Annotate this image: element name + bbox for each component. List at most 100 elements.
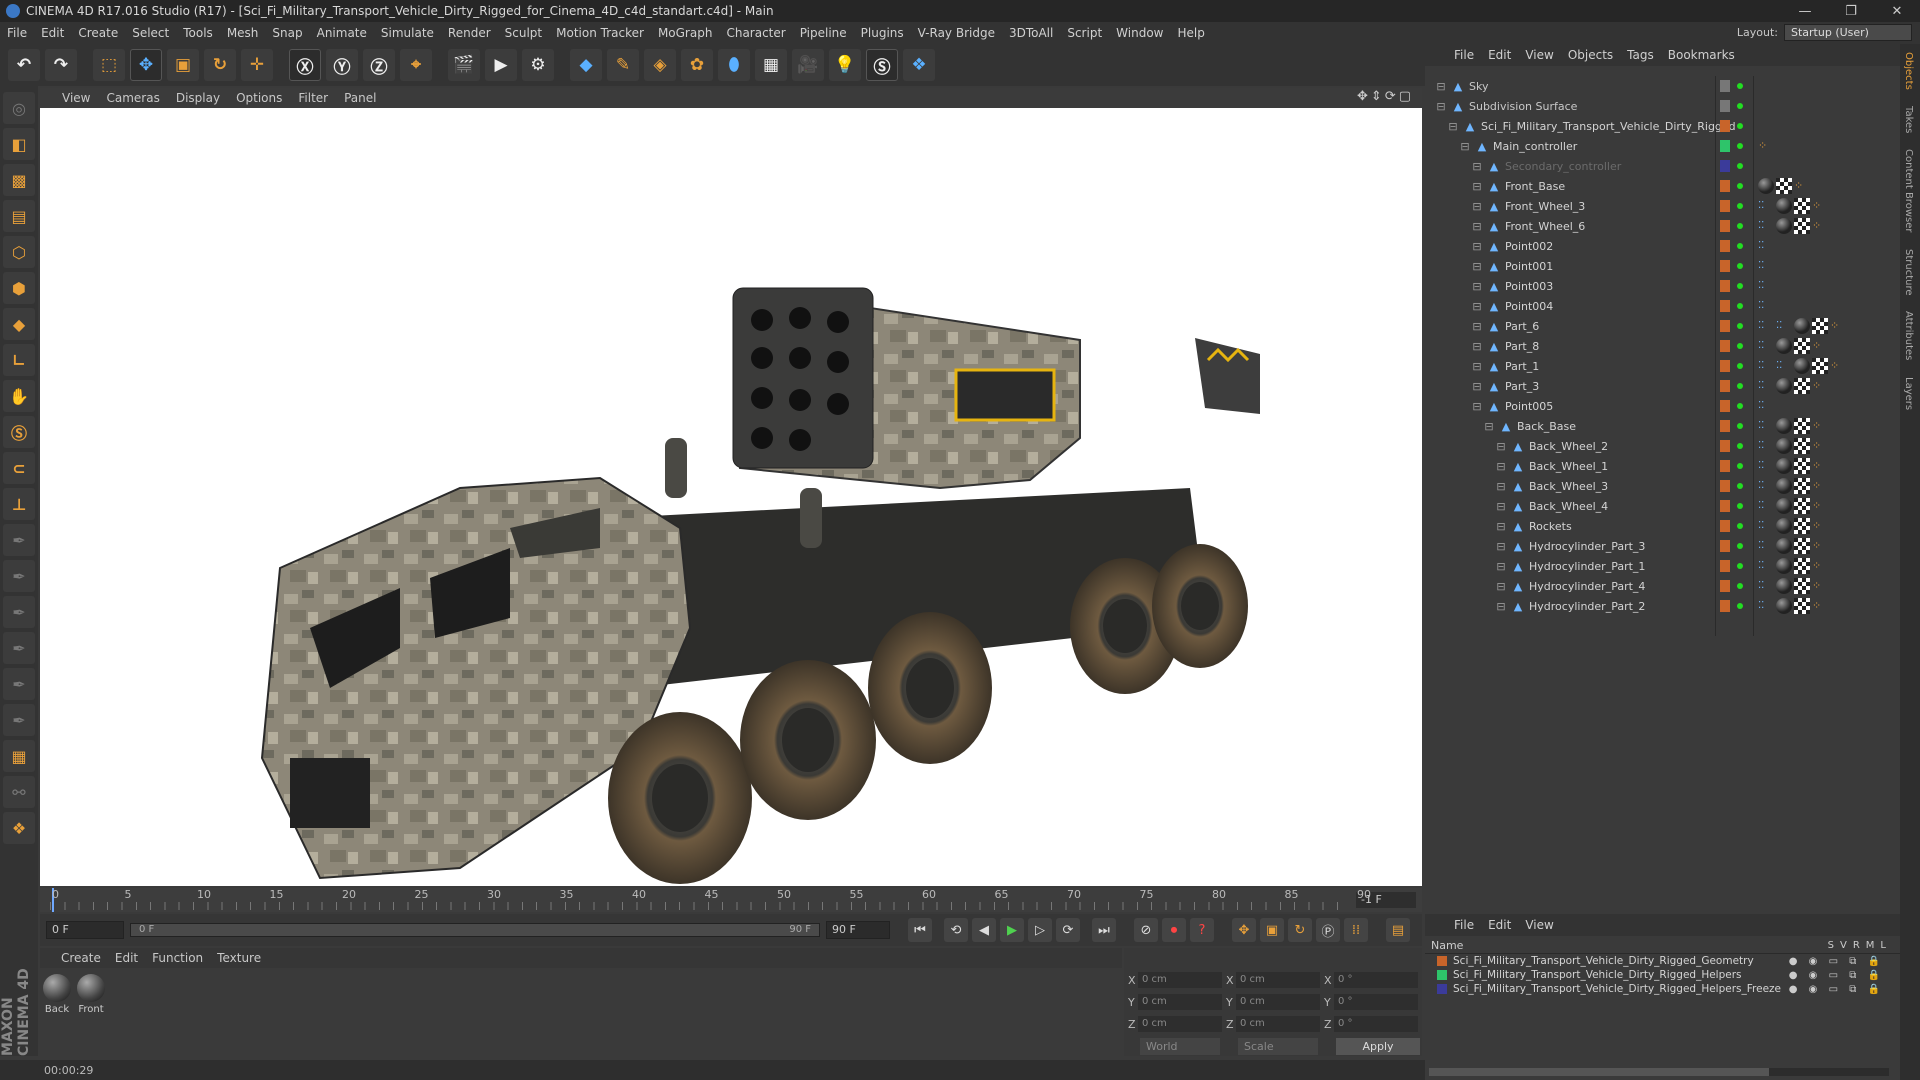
visibility-dot-icon[interactable]	[1737, 483, 1743, 489]
python-generator-icon[interactable]: ❖	[3, 812, 35, 844]
object-name[interactable]: Subdivision Surface	[1469, 100, 1577, 113]
object-name[interactable]: Back_Wheel_4	[1529, 500, 1608, 513]
object-name[interactable]: Front_Wheel_6	[1505, 220, 1585, 233]
layer-scrollbar[interactable]	[1429, 1068, 1889, 1076]
material-tag-icon[interactable]	[1758, 178, 1774, 194]
close-icon[interactable]: ✕	[1874, 0, 1920, 22]
uvw-tag-icon[interactable]	[1794, 438, 1810, 454]
tweak-mode-icon[interactable]: ✋	[3, 380, 35, 412]
layer-name[interactable]: Sci_Fi_Military_Transport_Vehicle_Dirty_…	[1453, 983, 1781, 995]
record-keys-icon[interactable]: ⊘	[1134, 918, 1158, 942]
position-x-field[interactable]: 0 cm	[1138, 972, 1222, 988]
object-row[interactable]: ⊟ ▲ Front_Wheel_6 ⁚⁚ ⁘	[1425, 216, 1900, 236]
x-axis-lock-icon[interactable]: Ⓧ	[289, 49, 321, 81]
selection-tag-icon[interactable]: ⁚⁚	[1758, 498, 1774, 514]
recent-tools-icon[interactable]: ✛	[241, 49, 273, 81]
object-row[interactable]: ⊟ ▲ Hydrocylinder_Part_2 ⁚⁚ ⁘	[1425, 596, 1900, 616]
layer-name[interactable]: Sci_Fi_Military_Transport_Vehicle_Dirty_…	[1453, 969, 1742, 981]
texture-mode-icon[interactable]: ▩	[3, 164, 35, 196]
viewport-menu-view[interactable]: View	[54, 91, 98, 105]
object-row[interactable]: ⊟ ▲ Part_8 ⁚⁚ ⁘	[1425, 336, 1900, 356]
side-tab-content-browser[interactable]: Content Browser	[1900, 141, 1917, 240]
layer-row[interactable]: Sci_Fi_Military_Transport_Vehicle_Dirty_…	[1425, 954, 1900, 968]
redo-icon[interactable]: ↷	[45, 49, 77, 81]
object-row[interactable]: ⊟ ▲ Main_controller ⁘	[1425, 136, 1900, 156]
visibility-dot-icon[interactable]	[1737, 103, 1743, 109]
selection-tag-icon[interactable]: ⁚⁚	[1758, 418, 1774, 434]
expand-icon[interactable]: ⊟	[1471, 240, 1483, 253]
layout-dropdown[interactable]: Startup (User)	[1784, 24, 1912, 41]
material-tag-icon[interactable]	[1776, 518, 1792, 534]
y-axis-lock-icon[interactable]: Ⓨ	[326, 49, 358, 81]
polygons-mode-icon[interactable]: ◆	[3, 308, 35, 340]
inflate-brush-icon[interactable]: ✒	[3, 704, 35, 736]
visibility-dot-icon[interactable]	[1737, 343, 1743, 349]
material-tag-icon[interactable]	[1776, 378, 1792, 394]
expand-icon[interactable]: ⊟	[1471, 300, 1483, 313]
visibility-dot-icon[interactable]	[1737, 563, 1743, 569]
object-row[interactable]: ⊟ ▲ Secondary_controller	[1425, 156, 1900, 176]
menu-item-3dtoall[interactable]: 3DToAll	[1002, 26, 1060, 40]
selection-tag-icon[interactable]: ⁚⁚	[1758, 258, 1774, 274]
coord-space-dropdown[interactable]: World	[1140, 1038, 1220, 1055]
material-tag-icon[interactable]	[1776, 578, 1792, 594]
render-settings-icon[interactable]: ⚙	[522, 49, 554, 81]
paint-brush-icon[interactable]: ✒	[3, 560, 35, 592]
ik-tag-icon[interactable]: ⁘	[1812, 538, 1828, 554]
cloner-icon[interactable]: ✿	[681, 49, 713, 81]
menu-item-mograph[interactable]: MoGraph	[651, 26, 720, 40]
ik-tool-icon[interactable]: ⚯	[3, 776, 35, 808]
light-icon[interactable]: 💡	[829, 49, 861, 81]
workplane-icon[interactable]: ▤	[3, 200, 35, 232]
coord-mode-dropdown[interactable]: Scale	[1238, 1038, 1318, 1055]
expand-icon[interactable]: ⊟	[1471, 380, 1483, 393]
ik-tag-icon[interactable]: ⁘	[1830, 318, 1846, 334]
menu-item-tools[interactable]: Tools	[176, 26, 220, 40]
expand-icon[interactable]: ⊟	[1471, 280, 1483, 293]
material-tag-icon[interactable]	[1776, 498, 1792, 514]
menu-item-simulate[interactable]: Simulate	[374, 26, 441, 40]
selection-tag-icon[interactable]: ⁚⁚	[1776, 318, 1792, 334]
rotation-b-field[interactable]: 0 °	[1334, 1016, 1418, 1032]
material-menu-texture[interactable]: Texture	[210, 951, 268, 965]
expand-icon[interactable]: ⊟	[1495, 500, 1507, 513]
expand-icon[interactable]: ⊟	[1471, 260, 1483, 273]
material-tag-icon[interactable]	[1776, 198, 1792, 214]
object-name[interactable]: Part_3	[1505, 380, 1539, 393]
next-frame-icon[interactable]: ▷	[1028, 918, 1052, 942]
visibility-dot-icon[interactable]	[1737, 523, 1743, 529]
material-tag-icon[interactable]	[1776, 438, 1792, 454]
material-front[interactable]: Front	[76, 974, 106, 1015]
menu-item-script[interactable]: Script	[1060, 26, 1109, 40]
menu-item-mesh[interactable]: Mesh	[220, 26, 266, 40]
ik-tag-icon[interactable]: ⁘	[1812, 558, 1828, 574]
expand-icon[interactable]: ⊟	[1471, 320, 1483, 333]
expand-icon[interactable]: ⊟	[1471, 340, 1483, 353]
timeline-ruler[interactable]: -1 F 0 5 10 15 20 25 30 35 40 45 50 55 60 65 70 75 80 85 9…	[40, 888, 1422, 912]
frame-range-slider[interactable]: 0 F 90 F	[130, 923, 820, 937]
rotate-tool-icon[interactable]: ↻	[204, 49, 236, 81]
next-key-icon[interactable]: ⟳	[1056, 918, 1080, 942]
pull-brush-icon[interactable]: ✒	[3, 668, 35, 700]
viewport-menu-options[interactable]: Options	[228, 91, 290, 105]
object-row[interactable]: ⊟ ▲ Sky	[1425, 76, 1900, 96]
selection-tag-icon[interactable]: ⁚⁚	[1758, 558, 1774, 574]
object-row[interactable]: ⊟ ▲ Point001 ⁚⁚	[1425, 256, 1900, 276]
menu-item-snap[interactable]: Snap	[265, 26, 309, 40]
key-position-icon[interactable]: ✥	[1232, 918, 1256, 942]
object-name[interactable]: Point002	[1505, 240, 1553, 253]
axis-mode-icon[interactable]: ∟	[3, 344, 35, 376]
expand-icon[interactable]: ⊟	[1495, 480, 1507, 493]
object-name[interactable]: Point005	[1505, 400, 1553, 413]
viewport-menu-cameras[interactable]: Cameras	[98, 91, 167, 105]
uvw-tag-icon[interactable]	[1794, 578, 1810, 594]
menu-item-sculpt[interactable]: Sculpt	[498, 26, 549, 40]
expand-icon[interactable]: ⊟	[1495, 440, 1507, 453]
material-back[interactable]: Back	[42, 974, 72, 1015]
material-tag-icon[interactable]	[1776, 418, 1792, 434]
visibility-dot-icon[interactable]	[1737, 443, 1743, 449]
size-x-field[interactable]: 0 cm	[1236, 972, 1320, 988]
expand-icon[interactable]: ⊟	[1471, 160, 1483, 173]
uvw-tag-icon[interactable]	[1794, 378, 1810, 394]
expand-icon[interactable]: ⊟	[1483, 420, 1495, 433]
